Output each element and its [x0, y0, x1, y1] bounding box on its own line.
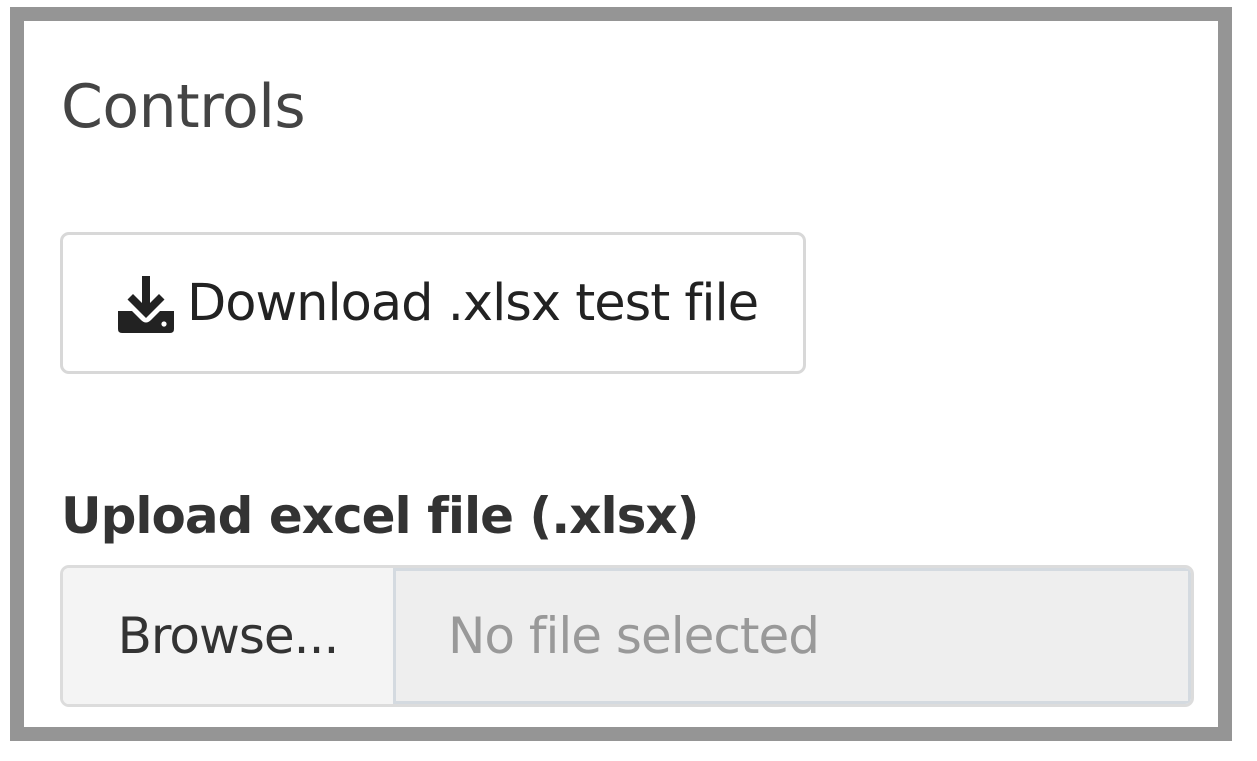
- panel-title: Controls: [61, 72, 306, 142]
- browse-button[interactable]: Browse...: [63, 568, 396, 704]
- upload-field-label: Upload excel file (.xlsx): [61, 487, 700, 545]
- selected-file-display[interactable]: No file selected: [396, 568, 1191, 704]
- download-button-label: Download .xlsx test file: [187, 273, 759, 333]
- file-upload-input[interactable]: Browse... No file selected: [60, 565, 1194, 707]
- download-icon: [115, 272, 177, 334]
- controls-panel: Controls Download .xlsx test file Upload…: [10, 7, 1232, 741]
- download-test-file-button[interactable]: Download .xlsx test file: [60, 232, 806, 374]
